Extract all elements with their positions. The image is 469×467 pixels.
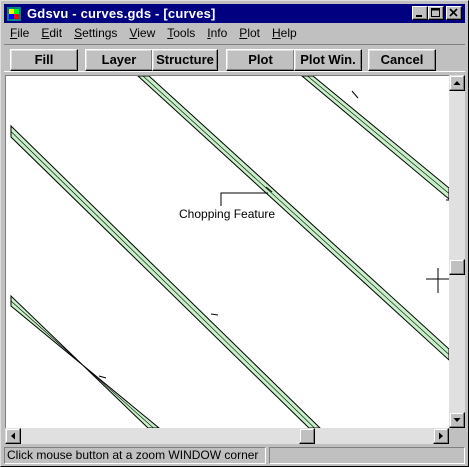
scroll-down-button[interactable]	[449, 412, 465, 428]
vertical-scroll-thumb[interactable]	[449, 259, 465, 275]
scroll-left-button[interactable]	[5, 428, 21, 444]
menu-settings[interactable]: Settings	[68, 24, 123, 42]
minimize-icon	[416, 15, 422, 17]
structure-button[interactable]: Structure	[152, 49, 218, 71]
maximize-icon	[431, 8, 440, 17]
close-icon	[449, 8, 458, 17]
menu-tools-label: ools	[173, 26, 196, 40]
cancel-button[interactable]: Cancel	[368, 49, 436, 71]
path-centerline	[10, 300, 154, 428]
gdsvu-window: Gdsvu - curves.gds - [curves] File Edit …	[0, 0, 469, 467]
menu-view[interactable]: View	[123, 24, 161, 42]
scroll-up-button[interactable]	[449, 75, 465, 91]
menu-plot-label: lot	[247, 26, 260, 40]
maximize-button[interactable]	[428, 6, 444, 20]
drawing-area[interactable]: Chopping Feature	[5, 75, 449, 428]
path-shape[interactable]	[10, 294, 160, 428]
plot-button[interactable]: Plot	[226, 49, 295, 71]
menu-edit[interactable]: Edit	[35, 24, 68, 42]
menu-help-label: elp	[280, 26, 297, 40]
menu-bar: File Edit Settings View Tools Info Plot …	[4, 24, 465, 42]
path-shapes	[10, 76, 449, 428]
plot-win-button[interactable]: Plot Win.	[294, 49, 362, 71]
menu-info-label: nfo	[210, 26, 228, 40]
chopping-feature-label: Chopping Feature	[179, 207, 275, 221]
crosshair-cursor-icon	[426, 268, 449, 293]
arrow-down-icon	[453, 418, 461, 422]
toolbar: Fill Layer Structure Plot Plot Win. Canc…	[4, 44, 465, 72]
path-shape-middle-diagonal[interactable]	[10, 124, 321, 428]
status-bar: Click mouse button at a zoom WINDOW corn…	[4, 446, 465, 465]
segment-break	[210, 313, 219, 316]
menu-view-label: iew	[137, 26, 156, 40]
arrow-up-icon	[453, 81, 461, 85]
horizontal-scroll-thumb[interactable]	[299, 428, 315, 444]
layout-svg[interactable]: Chopping Feature	[6, 76, 449, 428]
menu-help-mnemonic: H	[272, 26, 281, 40]
menu-settings-label: ettings	[82, 26, 118, 40]
menu-file[interactable]: File	[4, 24, 35, 42]
scroll-right-button[interactable]	[433, 428, 449, 444]
vertical-scrollbar[interactable]	[449, 75, 465, 428]
arrow-right-icon	[439, 432, 443, 440]
menu-settings-mnemonic: S	[74, 26, 83, 40]
menu-plot[interactable]: Plot	[233, 24, 266, 42]
path-shape-center-final[interactable]	[11, 127, 446, 356]
menu-info[interactable]: Info	[201, 24, 233, 42]
close-button[interactable]	[446, 6, 462, 20]
path-shape[interactable]	[301, 76, 449, 200]
scrollbar-corner	[449, 428, 465, 444]
gdsvu-app-icon[interactable]	[6, 6, 22, 22]
layout-canvas[interactable]: Chopping Feature	[6, 76, 449, 428]
path-centerline	[10, 131, 315, 428]
chopping-feature-leader	[220, 192, 268, 206]
window-title: Gdsvu - curves.gds - [curves]	[27, 6, 216, 21]
minimize-button[interactable]	[412, 6, 428, 20]
path-shape[interactable]	[11, 126, 449, 367]
status-message: Click mouse button at a zoom WINDOW corn…	[4, 447, 266, 464]
segment-break	[351, 90, 359, 99]
menu-edit-label: dit	[49, 26, 63, 40]
menu-help[interactable]: Help	[266, 24, 303, 42]
segment-break	[98, 375, 107, 379]
title-bar[interactable]: Gdsvu - curves.gds - [curves]	[4, 4, 465, 23]
fill-button[interactable]: Fill	[10, 49, 78, 71]
horizontal-scrollbar[interactable]	[5, 428, 449, 444]
layer-button[interactable]: Layer	[85, 49, 153, 71]
menu-file-label: ile	[17, 26, 30, 40]
status-panel	[269, 447, 465, 464]
arrow-left-icon	[11, 432, 15, 440]
path-centerline	[307, 76, 449, 194]
menu-tools[interactable]: Tools	[161, 24, 201, 42]
